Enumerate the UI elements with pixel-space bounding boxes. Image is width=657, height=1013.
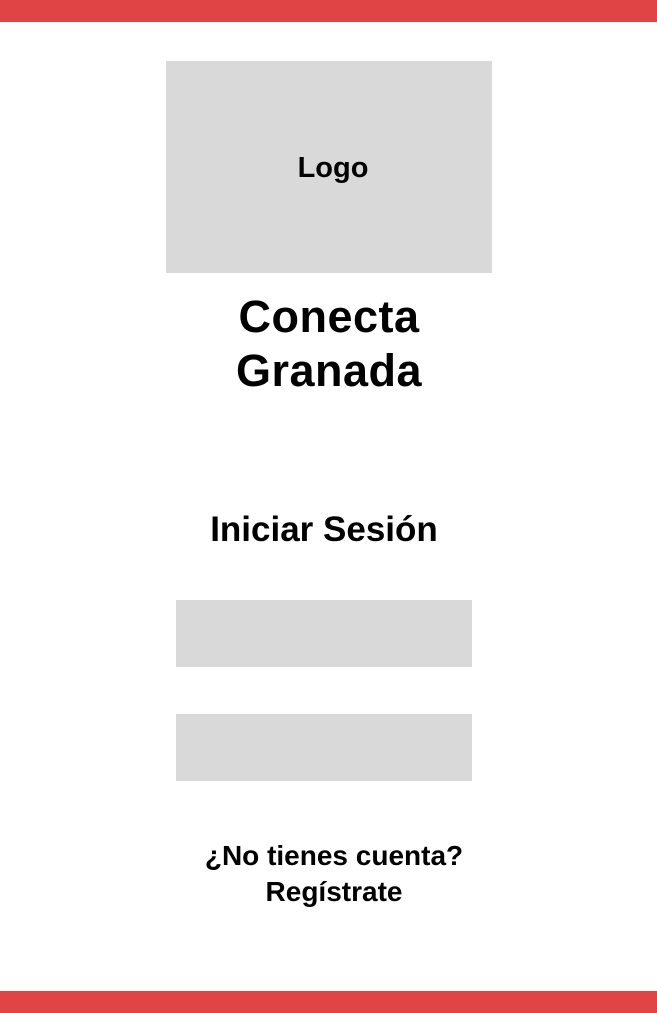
top-accent-bar: [0, 0, 657, 22]
register-prompt-block: ¿No tienes cuenta? Regístrate: [160, 838, 508, 910]
register-prompt-text: ¿No tienes cuenta?: [204, 840, 464, 871]
username-field[interactable]: [176, 600, 472, 667]
password-field[interactable]: [176, 714, 472, 781]
logo-placeholder: Logo: [166, 61, 492, 273]
register-link[interactable]: Regístrate: [266, 876, 403, 907]
app-title-line-2: Granada: [235, 345, 423, 396]
app-title: Conecta Granada: [150, 290, 508, 398]
login-heading: Iniciar Sesión: [210, 510, 438, 549]
bottom-accent-bar: [0, 991, 657, 1013]
app-title-line-1: Conecta: [238, 291, 420, 342]
logo-label: Logo: [297, 151, 369, 184]
